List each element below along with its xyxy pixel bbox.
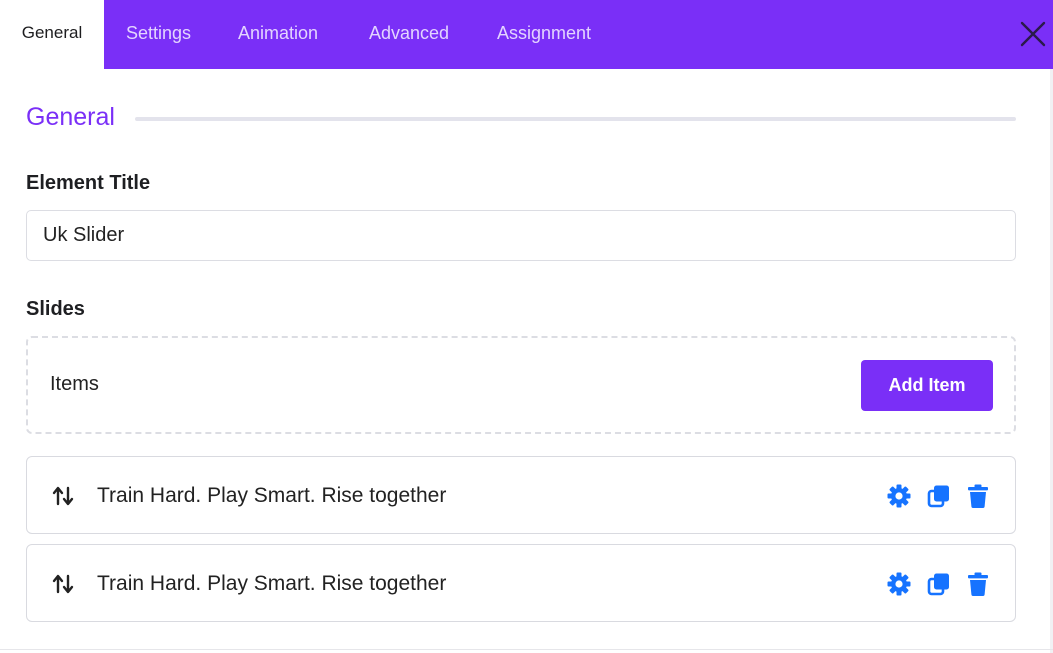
slides-label: Slides xyxy=(26,298,85,320)
slide-title: Train Hard. Play Smart. Rise together xyxy=(97,484,447,507)
tab-animation[interactable]: Animation xyxy=(238,0,318,69)
element-title-label: Element Title xyxy=(26,172,151,194)
sort-arrows-icon[interactable] xyxy=(51,484,75,508)
slide-row[interactable]: Train Hard. Play Smart. Rise together xyxy=(26,456,1016,534)
tab-settings[interactable]: Settings xyxy=(126,0,191,69)
row-actions xyxy=(877,483,991,509)
items-label: Items xyxy=(50,373,99,395)
items-header: Items Add Item xyxy=(26,336,1016,434)
copy-icon[interactable] xyxy=(926,483,952,509)
slide-row[interactable]: Train Hard. Play Smart. Rise together xyxy=(26,544,1016,622)
tab-bar: General Settings Animation Advanced Assi… xyxy=(0,0,1053,69)
trash-icon[interactable] xyxy=(965,571,991,597)
slide-title: Train Hard. Play Smart. Rise together xyxy=(97,572,447,595)
row-actions xyxy=(877,571,991,597)
tab-advanced[interactable]: Advanced xyxy=(369,0,449,69)
element-title-input[interactable] xyxy=(26,210,1016,261)
sort-arrows-icon[interactable] xyxy=(51,572,75,596)
copy-icon[interactable] xyxy=(926,571,952,597)
close-icon[interactable] xyxy=(1019,20,1047,48)
trash-icon[interactable] xyxy=(965,483,991,509)
section-title: General xyxy=(26,103,115,131)
section-divider xyxy=(135,117,1016,121)
tab-assignment[interactable]: Assignment xyxy=(497,0,591,69)
tab-general[interactable]: General xyxy=(0,0,104,69)
divider xyxy=(0,649,1053,650)
gear-icon[interactable] xyxy=(886,483,912,509)
add-item-button[interactable]: Add Item xyxy=(861,360,993,411)
gear-icon[interactable] xyxy=(886,571,912,597)
